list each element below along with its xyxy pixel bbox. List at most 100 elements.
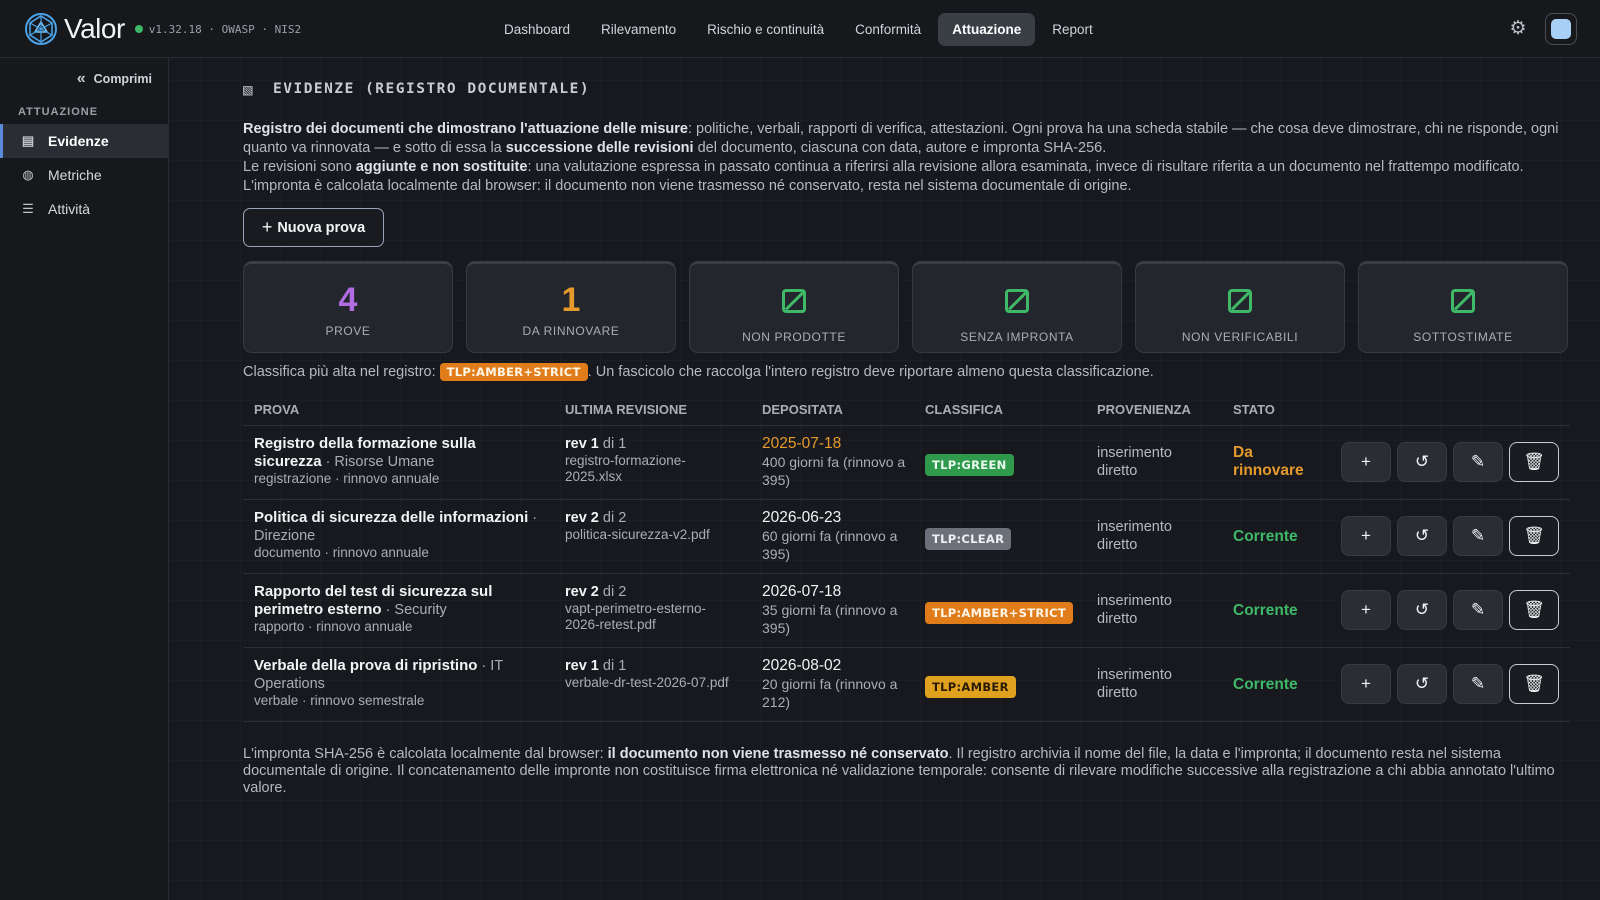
col-classifica[interactable]: CLASSIFICA: [925, 402, 1003, 417]
table-row[interactable]: Verbale della prova di ripristino · IT O…: [243, 648, 1570, 722]
brand[interactable]: Valor v1.32.18 · OWASP · NIS2: [24, 12, 301, 46]
sidebar-item-evidenze[interactable]: ▤ Evidenze: [0, 124, 168, 158]
col-stato[interactable]: STATO: [1233, 402, 1275, 417]
stats-row: 4 PROVE 1 DA RINNOVARE NON PRODOTTE SENZ…: [243, 261, 1568, 353]
document-lock-icon: ▧: [243, 80, 255, 99]
version-info: v1.32.18 · OWASP · NIS2: [134, 22, 302, 36]
plus-icon: +: [1361, 452, 1371, 471]
sidebar-item-label: Evidenze: [48, 133, 109, 149]
edit-button[interactable]: ✎: [1453, 516, 1503, 556]
status-badge: Corrente: [1233, 602, 1298, 619]
pencil-icon: ✎: [1470, 526, 1486, 545]
date-value: 2026-08-02: [762, 657, 842, 674]
revision-number: rev 1: [565, 436, 599, 452]
date-value: 2025-07-18: [762, 435, 842, 452]
collapse-label: Comprimi: [93, 72, 152, 86]
deposit-date: 2026-08-02 20 giorni fa (rinnovo a 212): [762, 657, 912, 711]
evidence-title[interactable]: Politica di sicurezza delle informazioni: [254, 509, 528, 526]
evidence-table: PROVA ULTIMA REVISIONE DEPOSITATA CLASSI…: [243, 394, 1570, 722]
plus-icon: +: [1361, 600, 1371, 619]
evidence-owner: · Security: [381, 602, 447, 618]
sidebar-item-attivita[interactable]: ☰ Attività: [0, 192, 168, 226]
nav-conformita[interactable]: Conformità: [841, 13, 935, 46]
revision-total: di 1: [598, 436, 627, 452]
collapse-sidebar-button[interactable]: « Comprimi: [77, 70, 152, 88]
origin: inserimento diretto: [1097, 593, 1172, 627]
history-icon: ↺: [1414, 600, 1430, 619]
revision-number: rev 2: [565, 510, 599, 526]
avatar[interactable]: [1545, 13, 1577, 45]
edit-button[interactable]: ✎: [1453, 590, 1503, 630]
new-evidence-button[interactable]: + Nuova prova: [243, 208, 384, 247]
trash-icon: 🗑: [1523, 452, 1545, 471]
trash-icon: 🗑: [1523, 526, 1545, 545]
evidence-icon: ▤: [21, 133, 35, 148]
gear-icon[interactable]: ⚙: [1508, 19, 1528, 39]
row-actions: + ↺ ✎ 🗑: [1341, 442, 1559, 482]
delete-button[interactable]: 🗑: [1509, 664, 1559, 704]
status-dot-icon: [134, 25, 143, 33]
col-prova[interactable]: PROVA: [254, 402, 299, 417]
sidebar-item-metriche[interactable]: ◍ Metriche: [0, 158, 168, 192]
deposit-date: 2026-07-18 35 giorni fa (rinnovo a 395): [762, 583, 912, 637]
nav-attuazione[interactable]: Attuazione: [938, 13, 1036, 46]
evidence-title[interactable]: Rapporto del test di sicurezza sul perim…: [254, 583, 492, 618]
col-ultima-revisione[interactable]: ULTIMA REVISIONE: [565, 402, 687, 417]
stat-senza-impronta: SENZA IMPRONTA: [912, 261, 1122, 353]
version-label: v1.32.18 · OWASP · NIS2: [148, 22, 302, 36]
date-value: 2026-06-23: [762, 509, 842, 526]
main-nav: Dashboard Rilevamento Rischio e continui…: [490, 13, 1110, 46]
sidebar-item-label: Metriche: [48, 167, 102, 183]
nav-rilevamento[interactable]: Rilevamento: [587, 13, 690, 46]
table-row[interactable]: Politica di sicurezza delle informazioni…: [243, 500, 1570, 574]
add-revision-button[interactable]: +: [1341, 442, 1391, 482]
delete-button[interactable]: 🗑: [1509, 516, 1559, 556]
stat-label: SENZA IMPRONTA: [960, 330, 1074, 344]
valor-logo-icon: [25, 13, 57, 45]
last-revision: rev 2 di 2 vapt-perimetro-esterno-2026-r…: [565, 583, 740, 633]
page-title-text: EVIDENZE (REGISTRO DOCUMENTALE): [273, 81, 591, 97]
file-name: vapt-perimetro-esterno-2026-retest.pdf: [565, 601, 707, 632]
last-revision: rev 1 di 1 verbale-dr-test-2026-07.pdf: [565, 657, 740, 691]
history-icon: ↺: [1414, 452, 1430, 471]
add-revision-button[interactable]: +: [1341, 664, 1391, 704]
nav-report[interactable]: Report: [1038, 13, 1107, 46]
revision-total: di 2: [598, 510, 627, 526]
evidence-meta: rapporto · rinnovo annuale: [254, 619, 413, 634]
col-provenienza[interactable]: PROVENIENZA: [1097, 402, 1191, 417]
delete-button[interactable]: 🗑: [1509, 442, 1559, 482]
file-name: registro-formazione-2025.xlsx: [565, 453, 686, 484]
edit-button[interactable]: ✎: [1453, 442, 1503, 482]
stat-non-prodotte: NON PRODOTTE: [689, 261, 899, 353]
classification: TLP:AMBER+STRICT: [925, 602, 1074, 624]
metrics-icon: ◍: [22, 167, 34, 182]
stat-value: 4: [338, 281, 358, 319]
revision-total: di 1: [598, 658, 627, 674]
col-depositata[interactable]: DEPOSITATA: [762, 402, 843, 417]
stat-label: PROVE: [325, 324, 371, 338]
evidence-title[interactable]: Verbale della prova di ripristino: [254, 657, 477, 674]
sidebar: « Comprimi ATTUAZIONE ▤ Evidenze ◍ Metri…: [0, 58, 169, 900]
tlp-badge: TLP:GREEN: [925, 454, 1014, 476]
delete-button[interactable]: 🗑: [1509, 590, 1559, 630]
add-revision-button[interactable]: +: [1341, 516, 1391, 556]
history-button[interactable]: ↺: [1397, 442, 1447, 482]
history-button[interactable]: ↺: [1397, 664, 1447, 704]
add-revision-button[interactable]: +: [1341, 590, 1391, 630]
evidence-name: Verbale della prova di ripristino · IT O…: [254, 657, 544, 709]
classification: TLP:GREEN: [925, 454, 1014, 476]
date-age: 35 giorni fa (rinnovo a 395): [762, 602, 898, 636]
edit-button[interactable]: ✎: [1453, 664, 1503, 704]
footnote: L'impronta SHA-256 è calcolata localment…: [243, 746, 1570, 797]
stat-non-verificabili: NON VERIFICABILI: [1135, 261, 1345, 353]
table-row[interactable]: Rapporto del test di sicurezza sul perim…: [243, 574, 1570, 648]
stat-sottostimate: SOTTOSTIMATE: [1358, 261, 1568, 353]
history-button[interactable]: ↺: [1397, 590, 1447, 630]
revision-number: rev 1: [565, 658, 599, 674]
nav-dashboard[interactable]: Dashboard: [490, 13, 584, 46]
status-badge: Corrente: [1233, 528, 1298, 545]
nav-rischio-continuita[interactable]: Rischio e continuità: [693, 13, 838, 46]
history-button[interactable]: ↺: [1397, 516, 1447, 556]
table-row[interactable]: Registro della formazione sulla sicurezz…: [243, 426, 1570, 500]
plus-icon: +: [1361, 526, 1371, 545]
